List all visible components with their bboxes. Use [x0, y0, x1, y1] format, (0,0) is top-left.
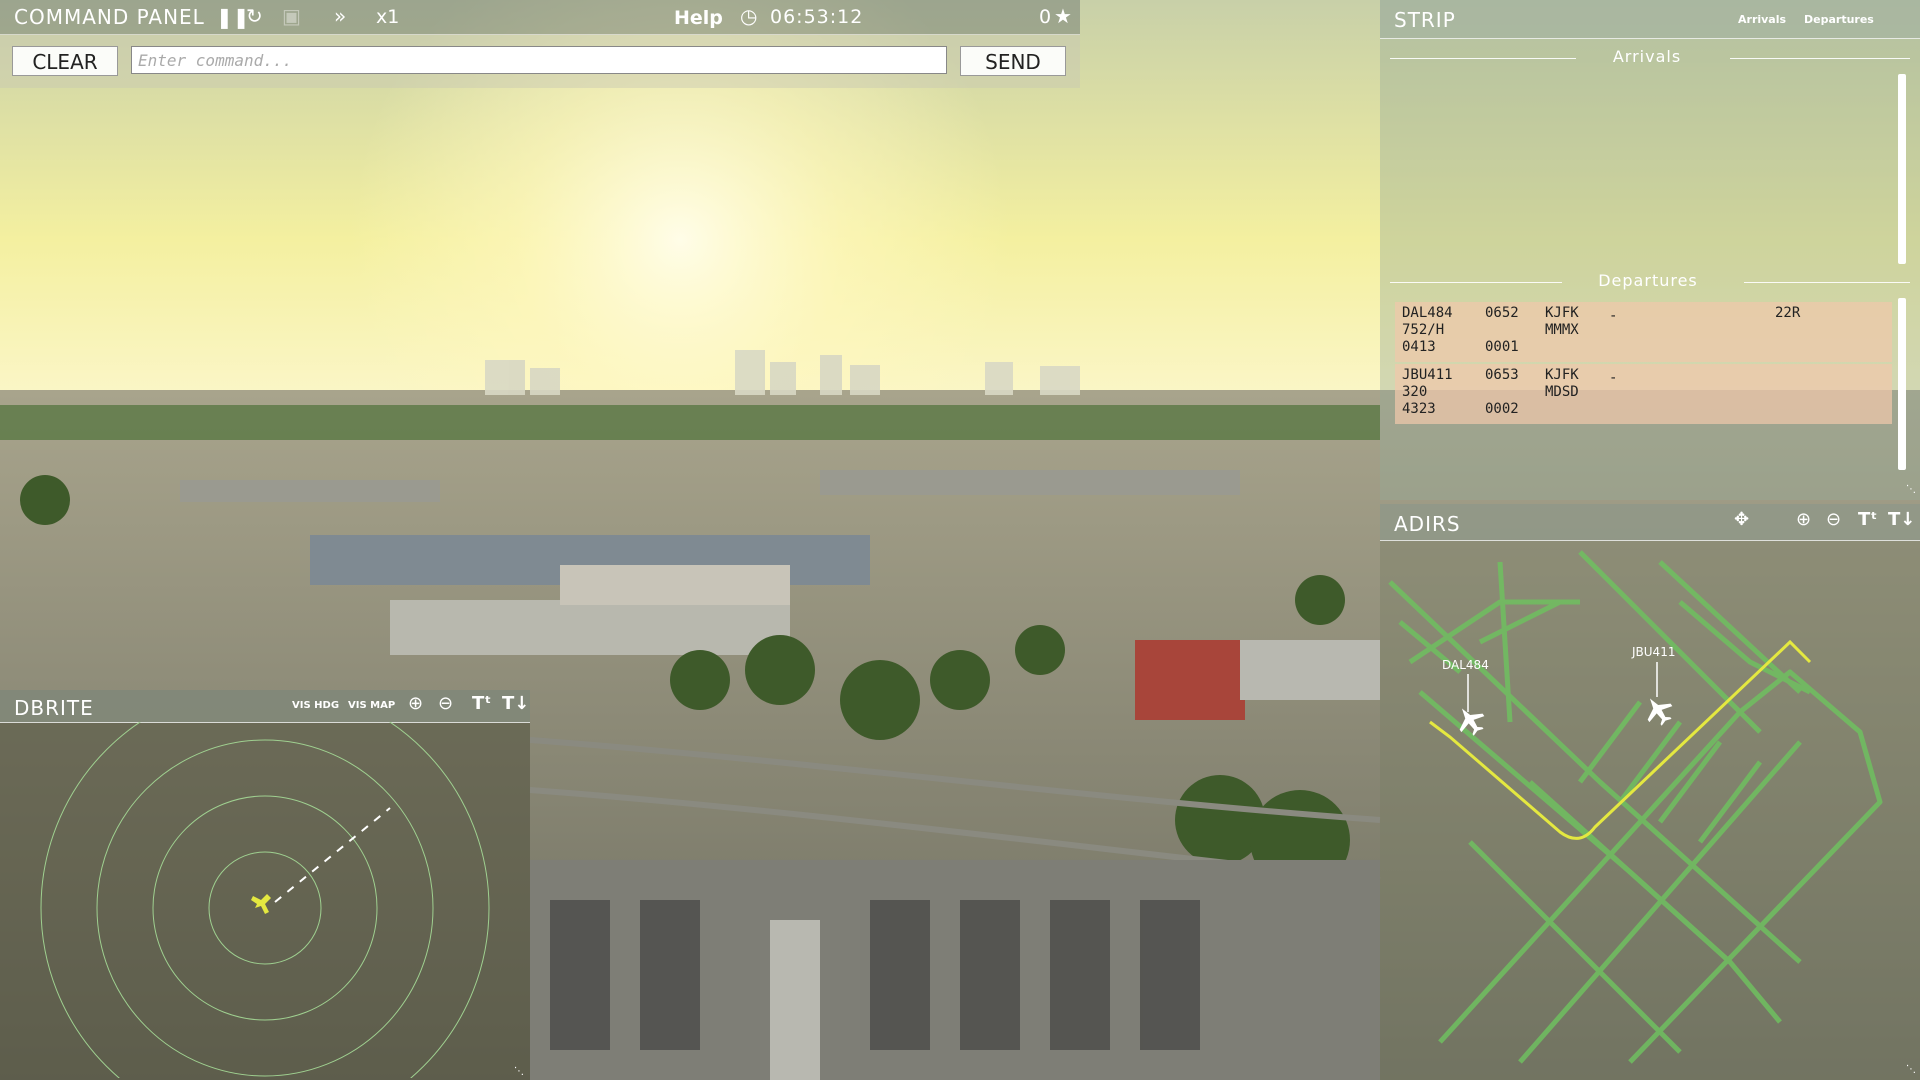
adirs-title: ADIRS: [1394, 512, 1461, 536]
heading-line: [274, 807, 391, 903]
pause-icon[interactable]: ❚❚: [216, 5, 250, 29]
aircraft-label-jbu411: JBU411: [1631, 645, 1675, 659]
flight-strip-row[interactable]: JBU411 320 4323 0653 0002 KJFK MDSD -: [1395, 364, 1892, 424]
arrivals-divider-right: [1730, 58, 1910, 59]
strip-status: -: [1609, 370, 1618, 386]
text-smaller-icon[interactable]: T↓: [1888, 509, 1915, 530]
clear-button[interactable]: CLEAR: [12, 46, 118, 76]
departures-divider-left: [1390, 282, 1562, 283]
resize-handle-icon[interactable]: ⋱: [1906, 484, 1916, 495]
command-panel-title: COMMAND PANEL: [14, 5, 205, 29]
dbrite-panel: DBRITE VIS HDG VIS MAP ⊕ ⊖ Tᵗ T↓ ⋱: [0, 690, 530, 1080]
text-larger-icon[interactable]: Tᵗ: [472, 693, 491, 714]
command-panel-bar: COMMAND PANEL ❚❚ ↻ ▣ » x1 Help ◷ 06:53:1…: [0, 0, 1080, 35]
arrivals-divider-left: [1390, 58, 1576, 59]
camera-icon[interactable]: ▣: [282, 4, 301, 28]
ground-map[interactable]: DAL484 JBU411: [1380, 542, 1920, 1078]
fast-forward-icon[interactable]: »: [334, 4, 346, 28]
strip-title: STRIP: [1394, 8, 1456, 32]
strip-seq: 0002: [1485, 401, 1519, 417]
dbrite-header: DBRITE VIS HDG VIS MAP ⊕ ⊖ Tᵗ T↓: [0, 690, 530, 723]
clock-icon: ◷: [740, 4, 758, 28]
strip-callsign: JBU411: [1402, 367, 1453, 383]
strip-status: -: [1609, 308, 1618, 324]
score-value: 0: [1039, 6, 1052, 28]
radar-scope[interactable]: [0, 722, 530, 1078]
departures-divider-right: [1744, 282, 1910, 283]
strip-dest: MDSD: [1545, 384, 1579, 400]
strip-origin: KJFK: [1545, 367, 1579, 383]
arrivals-scrollbar[interactable]: [1898, 74, 1906, 264]
strip-type: 320: [1402, 384, 1428, 400]
tab-arrivals[interactable]: Arrivals: [1738, 13, 1786, 26]
strip-panel: STRIP Arrivals Departures Arrivals Depar…: [1380, 0, 1920, 500]
airplane-icon[interactable]: [1639, 691, 1679, 731]
aircraft-label-dal484: DAL484: [1442, 658, 1489, 672]
vis-hdg-toggle[interactable]: VIS HDG: [292, 700, 339, 711]
zoom-in-icon[interactable]: ⊕: [1796, 509, 1811, 530]
command-input[interactable]: [131, 46, 947, 74]
star-icon: ★: [1054, 4, 1072, 28]
vis-map-toggle[interactable]: VIS MAP: [348, 700, 395, 711]
arrivals-section-label: Arrivals: [1612, 47, 1682, 66]
radar-target-icon[interactable]: [251, 894, 271, 914]
zoom-out-icon[interactable]: ⊖: [438, 693, 453, 714]
send-button[interactable]: SEND: [960, 46, 1066, 76]
flight-strip-row[interactable]: DAL484 752/H 0413 0652 0001 KJFK MMMX - …: [1395, 302, 1892, 362]
strip-squawk: 4323: [1402, 401, 1436, 417]
resize-handle-icon[interactable]: ⋱: [1906, 1064, 1916, 1075]
departures-scrollbar[interactable]: [1898, 298, 1906, 470]
strip-type: 752/H: [1402, 322, 1445, 338]
strip-header: STRIP Arrivals Departures: [1380, 0, 1920, 39]
text-larger-icon[interactable]: Tᵗ: [1858, 509, 1877, 530]
game-clock: 06:53:12: [770, 6, 864, 28]
speed-indicator[interactable]: x1: [376, 6, 399, 28]
adirs-header: ADIRS ✥ ⊕ ⊖ Tᵗ T↓: [1380, 504, 1920, 541]
strip-squawk: 0413: [1402, 339, 1436, 355]
dbrite-title: DBRITE: [14, 696, 94, 720]
zoom-in-icon[interactable]: ⊕: [408, 693, 423, 714]
adirs-panel: ADIRS ✥ ⊕ ⊖ Tᵗ T↓ DAL484 JBU411 ⋱: [1380, 504, 1920, 1080]
strip-dest: MMMX: [1545, 322, 1579, 338]
strip-time: 0653: [1485, 367, 1519, 383]
strip-time: 0652: [1485, 305, 1519, 321]
strip-runway: 22R: [1775, 305, 1801, 321]
move-icon[interactable]: ✥: [1734, 509, 1749, 530]
command-panel: COMMAND PANEL ❚❚ ↻ ▣ » x1 Help ◷ 06:53:1…: [0, 0, 1080, 88]
text-smaller-icon[interactable]: T↓: [502, 693, 529, 714]
zoom-out-icon[interactable]: ⊖: [1826, 509, 1841, 530]
restart-icon[interactable]: ↻: [246, 4, 263, 28]
tab-departures[interactable]: Departures: [1804, 13, 1874, 26]
help-link[interactable]: Help: [674, 7, 723, 29]
strip-origin: KJFK: [1545, 305, 1579, 321]
resize-handle-icon[interactable]: ⋱: [514, 1066, 524, 1077]
strip-callsign: DAL484: [1402, 305, 1453, 321]
departures-section-label: Departures: [1598, 271, 1698, 290]
strip-seq: 0001: [1485, 339, 1519, 355]
